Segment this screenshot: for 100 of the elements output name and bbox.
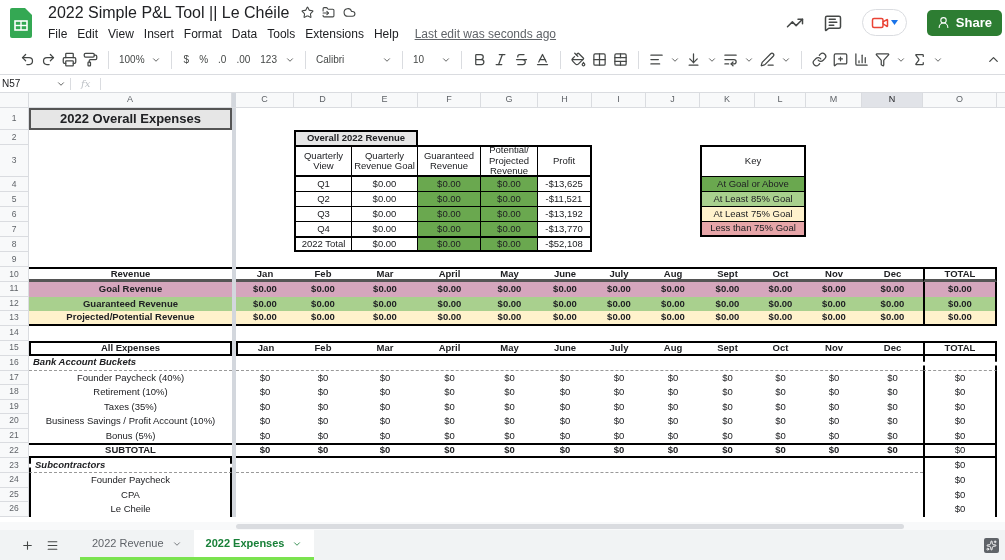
document-title[interactable]: 2022 Simple P&L Tool || Le Chéile	[48, 2, 290, 23]
paint-format-icon[interactable]	[83, 52, 98, 67]
table-cell-text: $0	[827, 385, 841, 400]
table-cell-text: $0	[558, 428, 572, 443]
column-header[interactable]: J	[646, 93, 700, 107]
filter-icon[interactable]	[875, 52, 890, 67]
sheet-tab[interactable]: 2022 Expenses	[193, 530, 315, 560]
link-icon[interactable]	[812, 52, 827, 67]
undo-icon[interactable]	[20, 52, 35, 67]
bold-icon[interactable]	[472, 52, 487, 67]
table-cell-text: $0	[443, 385, 456, 400]
folder-icon[interactable]	[322, 6, 336, 19]
column-header[interactable]: F	[418, 93, 481, 107]
row-heading: Projected/Potential Revenue	[29, 311, 232, 326]
table-cell: $0	[923, 414, 997, 429]
table-cell: $0.00	[481, 207, 538, 222]
borders-icon[interactable]	[592, 52, 607, 67]
table-cell: Q3	[294, 207, 352, 222]
table-cell: $0.00	[352, 282, 418, 297]
table-cell: $0	[538, 443, 592, 458]
row-number: 20	[0, 414, 29, 429]
zoom-select[interactable]: 100%	[119, 52, 161, 67]
column-header[interactable]: E	[352, 93, 418, 107]
table-cell-text: $0	[503, 428, 516, 443]
cloud-icon[interactable]	[343, 6, 357, 19]
menu-item[interactable]: Data	[231, 24, 258, 43]
row-number: 3	[0, 145, 29, 177]
spreadsheet-logo-icon[interactable]	[10, 7, 32, 38]
last-edit-link[interactable]: Last edit was seconds ago	[414, 24, 557, 43]
italic-icon[interactable]	[493, 52, 508, 67]
format-button[interactable]: 123	[258, 52, 279, 67]
format-button[interactable]: %	[197, 52, 211, 67]
menu-item[interactable]: View	[108, 24, 134, 43]
menu-item[interactable]: File	[48, 24, 68, 43]
add-comment-icon[interactable]	[833, 52, 848, 67]
table-cell-text: $0	[721, 385, 734, 400]
redo-icon[interactable]	[41, 52, 56, 67]
row-heading: SUBTOTAL	[29, 443, 232, 458]
share-button[interactable]: Share	[926, 9, 1002, 36]
column-header[interactable]: N	[862, 93, 923, 107]
vertical-align-icon[interactable]	[686, 52, 701, 67]
explore-icon[interactable]	[984, 537, 999, 553]
column-header[interactable]: G	[481, 93, 538, 107]
all-sheets-icon[interactable]	[46, 538, 59, 552]
star-icon[interactable]	[301, 6, 315, 19]
text-rotation-icon[interactable]	[760, 52, 775, 67]
menu-item[interactable]: Insert	[143, 24, 174, 43]
column-header[interactable]: O	[923, 93, 997, 107]
fill-color-icon[interactable]	[571, 52, 586, 67]
column-header[interactable]: I	[592, 93, 646, 107]
text-color-icon[interactable]	[535, 52, 550, 67]
table-cell-text: $0	[378, 385, 392, 400]
wrap-icon[interactable]	[723, 52, 738, 67]
table-cell: Q2	[294, 192, 352, 207]
table-cell-text: $0	[316, 399, 330, 414]
font-select[interactable]: Calibri	[316, 52, 376, 67]
column-header[interactable]: K	[700, 93, 755, 107]
table-cell: -$13,770	[538, 222, 592, 237]
column-heading: Sept	[700, 340, 755, 356]
menu-item[interactable]: Format	[183, 24, 222, 43]
table-cell: $0.00	[806, 282, 862, 297]
legend-item: Less than 75% Goal	[700, 222, 806, 237]
table-cell: Overall 2022 Revenue	[294, 130, 418, 145]
align-icon[interactable]	[649, 52, 664, 67]
format-button[interactable]: .0	[216, 52, 229, 67]
menu-item[interactable]: Extensions	[305, 24, 364, 43]
menu-item[interactable]: Tools	[267, 24, 296, 43]
table-cell: 2022 Total	[294, 237, 352, 252]
merge-icon[interactable]	[613, 52, 628, 67]
table-cell-text: $0	[886, 370, 899, 385]
row-number: 13	[0, 311, 29, 326]
sum-icon[interactable]	[912, 52, 927, 67]
column-heading: Mar	[352, 340, 418, 356]
chart-icon[interactable]	[854, 52, 869, 67]
table-cell-text: $0	[886, 428, 899, 443]
format-button[interactable]: $	[181, 52, 192, 67]
column-header[interactable]: L	[755, 93, 806, 107]
name-box[interactable]: N57	[0, 76, 70, 91]
font-size-select[interactable]: 10	[413, 52, 435, 67]
menu-item[interactable]: Edit	[77, 24, 99, 43]
table-cell: $0.00	[294, 311, 352, 326]
column-header[interactable]: D	[294, 93, 352, 107]
table-cell-text: $0	[558, 370, 572, 385]
table-cell-text: $0	[443, 370, 456, 385]
format-button[interactable]: .00	[234, 52, 253, 67]
horizontal-scrollbar[interactable]	[236, 523, 904, 529]
table-cell-text: $0	[666, 370, 680, 385]
add-sheet-icon[interactable]	[21, 538, 34, 552]
menu-item[interactable]: Help	[373, 24, 399, 43]
column-header[interactable]: H	[538, 93, 592, 107]
comment-icon[interactable]	[823, 13, 842, 32]
column-header[interactable]: C	[236, 93, 294, 107]
table-cell: -$52,108	[538, 237, 592, 252]
table-cell-text: $0	[378, 370, 392, 385]
table-cell: $0	[923, 487, 997, 502]
print-icon[interactable]	[62, 52, 77, 67]
strikethrough-icon[interactable]	[514, 52, 529, 67]
row-number: 9	[0, 252, 29, 267]
table-cell: $0.00	[538, 282, 592, 297]
row-number: 10	[0, 267, 29, 282]
